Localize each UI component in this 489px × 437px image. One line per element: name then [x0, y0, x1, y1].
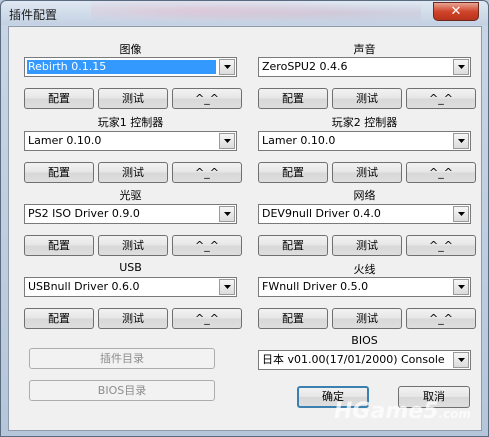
- bios-label: BIOS: [351, 334, 378, 347]
- pad2-label: 玩家2 控制器: [331, 116, 398, 129]
- pad2-configure-button[interactable]: 配置: [258, 162, 328, 183]
- firewire-configure-button[interactable]: 配置: [258, 308, 328, 329]
- graphics-label: 图像: [119, 43, 142, 56]
- graphics-about-button[interactable]: ^_^: [172, 88, 242, 109]
- cdvd-plugin-value: PS2 ISO Driver 0.9.0: [28, 207, 140, 220]
- sound-test-button[interactable]: 测试: [332, 88, 402, 109]
- sound-configure-button[interactable]: 配置: [258, 88, 328, 109]
- firewire-about-button[interactable]: ^_^: [406, 308, 476, 329]
- dev9-label: 网络: [353, 189, 376, 202]
- watermark-suffix: .com: [438, 407, 471, 421]
- window-title: 插件配置: [9, 8, 58, 22]
- bios-select[interactable]: 日本 v01.00(17/01/2000) Console: [258, 350, 471, 370]
- watermark-main: HGame5: [334, 399, 439, 424]
- pad2-plugin-select[interactable]: Lamer 0.10.0: [258, 131, 471, 151]
- sound-plugin-value: ZeroSPU2 0.4.6: [262, 60, 348, 73]
- pad1-test-button[interactable]: 测试: [98, 162, 168, 183]
- chevron-down-icon[interactable]: [453, 279, 469, 295]
- close-button[interactable]: ✕: [433, 2, 479, 21]
- title-bar-decoration: [91, 1, 421, 25]
- pad1-plugin-value: Lamer 0.10.0: [28, 134, 102, 147]
- chevron-down-icon[interactable]: [453, 206, 469, 222]
- usb-label: USB: [119, 261, 142, 274]
- cdvd-label: 光驱: [119, 189, 142, 202]
- firewire-plugin-select[interactable]: FWnull Driver 0.5.0: [258, 277, 471, 297]
- chevron-down-icon[interactable]: [219, 133, 235, 149]
- pad2-plugin-value: Lamer 0.10.0: [262, 134, 336, 147]
- pad1-label: 玩家1 控制器: [97, 116, 164, 129]
- dev9-plugin-select[interactable]: DEV9null Driver 0.4.0: [258, 204, 471, 224]
- dev9-plugin-value: DEV9null Driver 0.4.0: [262, 207, 381, 220]
- chevron-down-icon[interactable]: [219, 206, 235, 222]
- bios-value: 日本 v01.00(17/01/2000) Console: [262, 353, 445, 366]
- chevron-down-icon[interactable]: [453, 59, 469, 75]
- watermark-logo: HGame5.com: [334, 399, 471, 424]
- pad1-about-button[interactable]: ^_^: [172, 162, 242, 183]
- firewire-label: 火线: [353, 263, 376, 276]
- graphics-configure-button[interactable]: 配置: [24, 88, 94, 109]
- bios-dir-button[interactable]: BIOS目录: [29, 380, 215, 401]
- pad2-about-button[interactable]: ^_^: [406, 162, 476, 183]
- sound-about-button[interactable]: ^_^: [406, 88, 476, 109]
- pad1-configure-button[interactable]: 配置: [24, 162, 94, 183]
- graphics-plugin-value: Rebirth 0.1.15: [27, 60, 216, 74]
- cdvd-about-button[interactable]: ^_^: [172, 235, 242, 256]
- chevron-down-icon[interactable]: [219, 279, 235, 295]
- title-bar[interactable]: 插件配置 ✕: [1, 1, 488, 25]
- cdvd-configure-button[interactable]: 配置: [24, 235, 94, 256]
- cdvd-test-button[interactable]: 测试: [98, 235, 168, 256]
- sound-label: 声音: [353, 43, 376, 56]
- pad1-plugin-select[interactable]: Lamer 0.10.0: [24, 131, 237, 151]
- graphics-test-button[interactable]: 测试: [98, 88, 168, 109]
- chevron-down-icon[interactable]: [453, 352, 469, 368]
- sound-plugin-select[interactable]: ZeroSPU2 0.4.6: [258, 57, 471, 77]
- usb-about-button[interactable]: ^_^: [172, 308, 242, 329]
- firewire-test-button[interactable]: 测试: [332, 308, 402, 329]
- usb-configure-button[interactable]: 配置: [24, 308, 94, 329]
- graphics-plugin-select[interactable]: Rebirth 0.1.15: [24, 57, 237, 77]
- firewire-plugin-value: FWnull Driver 0.5.0: [262, 280, 369, 293]
- dialog-body: 图像 Rebirth 0.1.15 声音 ZeroSPU2 0.4.6 配置 测…: [8, 26, 482, 431]
- plugins-dir-button[interactable]: 插件目录: [29, 348, 215, 369]
- pad2-test-button[interactable]: 测试: [332, 162, 402, 183]
- chevron-down-icon[interactable]: [453, 133, 469, 149]
- dev9-configure-button[interactable]: 配置: [258, 235, 328, 256]
- usb-test-button[interactable]: 测试: [98, 308, 168, 329]
- usb-plugin-select[interactable]: USBnull Driver 0.6.0: [24, 277, 237, 297]
- chevron-down-icon[interactable]: [219, 59, 235, 75]
- dev9-about-button[interactable]: ^_^: [406, 235, 476, 256]
- dev9-test-button[interactable]: 测试: [332, 235, 402, 256]
- cdvd-plugin-select[interactable]: PS2 ISO Driver 0.9.0: [24, 204, 237, 224]
- plugin-config-window: 插件配置 ✕ 图像 Rebirth 0.1.15 声音 ZeroSPU2 0.4…: [0, 0, 489, 437]
- close-icon: ✕: [450, 4, 462, 19]
- usb-plugin-value: USBnull Driver 0.6.0: [28, 280, 140, 293]
